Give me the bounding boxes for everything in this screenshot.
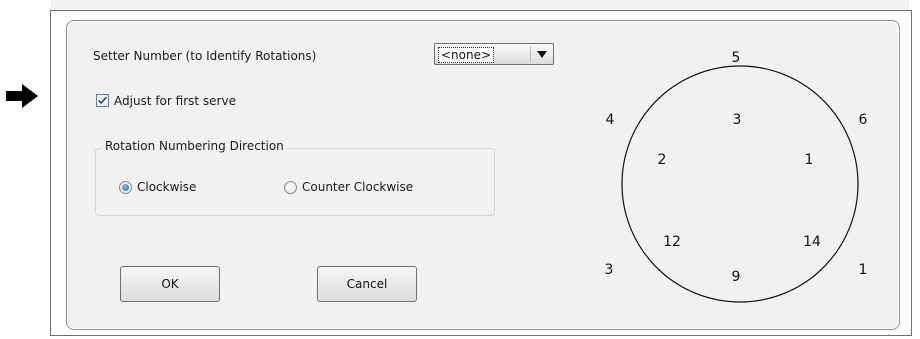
- inner-position-bottom: 9: [732, 269, 741, 285]
- outer-position-top: 5: [732, 50, 741, 66]
- outer-position-upper-right: 6: [859, 112, 868, 128]
- clockwise-radio[interactable]: [119, 181, 132, 194]
- counter-clockwise-radio[interactable]: [284, 181, 297, 194]
- inner-position-upper-right: 1: [805, 152, 814, 168]
- arrow-right-icon: [6, 84, 38, 108]
- inner-position-lower-right: 14: [803, 234, 821, 250]
- chevron-down-icon: [537, 51, 547, 58]
- inner-position-lower-left: 12: [663, 234, 681, 250]
- outer-position-upper-left: 4: [606, 112, 615, 128]
- adjust-first-serve-label: Adjust for first serve: [114, 94, 236, 108]
- outer-position-lower-right: 1: [859, 262, 868, 278]
- cancel-button[interactable]: Cancel: [317, 266, 417, 302]
- adjust-first-serve-checkbox[interactable]: [96, 94, 109, 107]
- setter-number-value: <none>: [438, 47, 495, 63]
- dropdown-separator: [530, 46, 531, 62]
- rotation-direction-title: Rotation Numbering Direction: [102, 139, 287, 153]
- rotation-circle: [621, 65, 859, 303]
- counter-clockwise-label[interactable]: Counter Clockwise: [302, 180, 413, 194]
- inner-position-upper-left: 2: [658, 152, 667, 168]
- checkmark-icon: [98, 96, 107, 105]
- outer-position-lower-left: 3: [605, 262, 614, 278]
- setter-number-dropdown[interactable]: <none>: [434, 43, 554, 65]
- ok-button[interactable]: OK: [120, 266, 220, 302]
- setter-number-label: Setter Number (to Identify Rotations): [93, 49, 317, 63]
- rotation-diagram: 5 4 6 3 1 3 2 1 12 14 9: [605, 50, 868, 303]
- radio-selected-dot: [122, 184, 129, 191]
- clockwise-label[interactable]: Clockwise: [137, 180, 196, 194]
- inner-position-top: 3: [733, 112, 742, 128]
